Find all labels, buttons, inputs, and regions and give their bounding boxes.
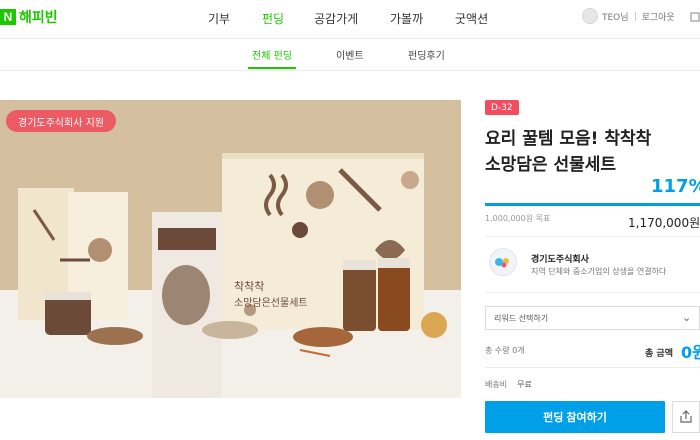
divider	[485, 367, 700, 368]
logout-link[interactable]: 로그아웃	[642, 10, 675, 23]
nav-item-visit[interactable]: 가볼까	[390, 10, 423, 27]
shipping-label: 배송비	[485, 380, 508, 389]
cart-icon[interactable]	[690, 10, 700, 26]
divider	[485, 292, 700, 293]
top-navigation-bar: N 해피빈 기부 펀딩 공감가게 가볼까 굿액션 TEO님 로그아웃	[0, 0, 700, 39]
box-label-line2: 소망담은선물세트	[234, 297, 308, 309]
user-menu: TEO님 로그아웃	[582, 8, 675, 24]
user-name[interactable]: TEO님	[602, 10, 629, 23]
product-image: 착착착 소망담은선물세트	[0, 100, 461, 398]
nav-item-store[interactable]: 공감가게	[314, 10, 358, 27]
active-tab-indicator	[248, 67, 296, 69]
funding-percent: 117%	[651, 176, 700, 197]
divider	[485, 236, 700, 237]
funding-raised: 1,170,000원	[628, 216, 700, 230]
box-label-line1: 착착착	[234, 280, 264, 293]
organization-name[interactable]: 경기도주식회사	[531, 252, 589, 265]
funding-progress-bar	[485, 203, 700, 206]
dday-badge: D-32	[485, 100, 519, 115]
total-quantity: 총 수량 0개	[485, 346, 525, 355]
nav-item-funding[interactable]: 펀딩	[262, 10, 284, 27]
organization-description: 지역 단체와 중소기업의 상생을 연결하다	[531, 267, 667, 276]
tab-all-funding[interactable]: 전체 펀딩	[252, 47, 292, 62]
nav-item-good-action[interactable]: 굿액션	[455, 10, 488, 27]
chevron-down-icon: ⌄	[682, 311, 692, 324]
support-badge: 경기도주식회사 지원	[6, 110, 116, 132]
join-funding-button[interactable]: 펀딩 참여하기	[485, 401, 665, 433]
funding-goal: 1,000,000원 목표	[485, 214, 551, 223]
reward-select[interactable]: 리워드 선택하기 ⌄	[485, 306, 700, 330]
organization-logo[interactable]	[489, 248, 517, 276]
shipping-value: 무료	[517, 380, 532, 389]
nav-item-donate[interactable]: 기부	[208, 10, 230, 27]
tab-events[interactable]: 이벤트	[336, 47, 364, 62]
total-amount-value: 0원	[681, 343, 700, 362]
funding-progress-fill	[485, 203, 700, 206]
sub-navigation: 전체 펀딩 이벤트 펀딩후기	[0, 38, 700, 71]
total-amount-label: 총 금액	[645, 349, 673, 359]
reward-select-placeholder: 리워드 선택하기	[494, 314, 549, 323]
share-button[interactable]	[672, 401, 700, 433]
project-title-line1: 요리 꿀템 모음! 착착착	[485, 129, 652, 149]
shipping-info: 배송비 무료	[485, 379, 532, 390]
project-title-line2: 소망담은 선물세트	[485, 155, 617, 175]
share-icon	[680, 410, 692, 423]
divider	[634, 11, 636, 21]
product-photo-illustration: 착착착 소망담은선물세트	[0, 100, 461, 398]
tab-funding-reviews[interactable]: 펀딩후기	[408, 47, 445, 62]
avatar[interactable]	[582, 8, 598, 24]
